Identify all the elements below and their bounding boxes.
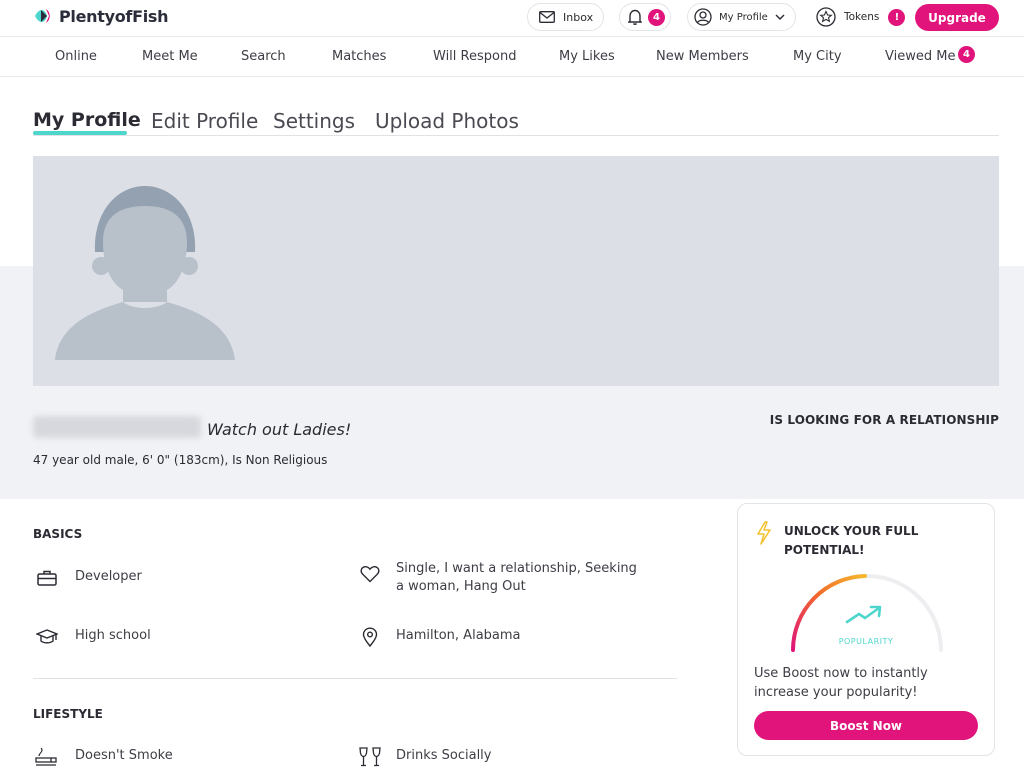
looking-for-label: IS LOOKING FOR A RELATIONSHIP [769, 413, 999, 427]
popularity-label: POPULARITY [838, 637, 894, 646]
drinking-value: Drinks Socially [396, 748, 492, 763]
lifestyle-title: LIFESTYLE [33, 707, 103, 721]
notifications-button[interactable]: 4 [619, 3, 671, 31]
wine-glasses-icon [358, 747, 382, 767]
section-divider [33, 678, 677, 679]
inbox-label: Inbox [563, 10, 594, 24]
active-tab-indicator [33, 131, 127, 135]
relationship-value: Single, I want a relationship, Seeking a… [396, 561, 637, 594]
mail-icon [539, 11, 555, 23]
boost-now-button[interactable]: Boost Now [754, 711, 978, 740]
education-value: High school [75, 628, 151, 643]
my-profile-menu[interactable]: My Profile [687, 3, 796, 31]
nav-my-likes[interactable]: My Likes [559, 49, 615, 64]
profile-photo-area[interactable] [33, 156, 999, 386]
occupation-value: Developer [75, 569, 142, 584]
brand-name: PlentyofFish [59, 6, 169, 26]
smoking-value: Doesn't Smoke [75, 748, 173, 763]
nav-online[interactable]: Online [55, 49, 97, 64]
heart-icon [358, 564, 382, 584]
nav-viewed-me[interactable]: Viewed Me [885, 49, 955, 64]
top-bar: PlentyofFish Inbox 4 My Profile Tokens !… [0, 0, 1024, 36]
profile-headline: Watch out Ladies! [207, 420, 352, 439]
graduation-cap-icon [35, 627, 59, 647]
nav-my-city[interactable]: My City [793, 49, 842, 64]
fish-logo-icon [35, 9, 50, 23]
tokens-button[interactable]: Tokens ! [811, 3, 911, 31]
occupation-attribute: Developer [35, 568, 142, 588]
boost-card: UNLOCK YOUR FULL POTENTIAL! POPULARITY U… [737, 503, 995, 756]
user-circle-icon [694, 8, 712, 26]
location-attribute: Hamilton, Alabama [358, 627, 521, 647]
viewed-me-badge: 4 [958, 46, 975, 63]
location-value: Hamilton, Alabama [396, 628, 521, 643]
tab-edit-profile[interactable]: Edit Profile [151, 109, 258, 133]
smoking-attribute: Doesn't Smoke [35, 747, 173, 767]
tabs-divider [33, 135, 999, 136]
username-blurred [33, 416, 201, 438]
drinking-attribute: Drinks Socially [358, 747, 492, 767]
my-profile-label: My Profile [719, 11, 768, 23]
bell-icon [628, 9, 642, 25]
tab-upload-photos[interactable]: Upload Photos [375, 109, 519, 133]
lightning-icon [757, 521, 771, 545]
upgrade-button[interactable]: Upgrade [915, 4, 999, 31]
nav-matches[interactable]: Matches [332, 49, 386, 64]
basics-title: BASICS [33, 527, 83, 541]
main-nav: Online Meet Me Search Matches Will Respo… [0, 36, 1024, 77]
boost-description: Use Boost now to instantly increase your… [754, 666, 928, 700]
star-circle-icon [816, 7, 836, 27]
tokens-badge: ! [888, 8, 906, 26]
inbox-button[interactable]: Inbox [527, 3, 604, 31]
briefcase-icon [35, 568, 59, 588]
relationship-attribute: Single, I want a relationship, Seeking a… [358, 560, 641, 596]
avatar-placeholder-icon [55, 186, 235, 360]
nav-search[interactable]: Search [241, 49, 286, 64]
no-smoking-icon [35, 747, 59, 767]
tab-my-profile[interactable]: My Profile [33, 109, 141, 131]
nav-will-respond[interactable]: Will Respond [433, 49, 516, 64]
tab-settings[interactable]: Settings [273, 109, 355, 133]
nav-new-members[interactable]: New Members [656, 49, 749, 64]
profile-details: 47 year old male, 6' 0" (183cm), Is Non … [33, 453, 328, 467]
chevron-down-icon [775, 14, 785, 20]
map-pin-icon [358, 627, 382, 647]
nav-meet-me[interactable]: Meet Me [142, 49, 198, 64]
education-attribute: High school [35, 627, 151, 647]
notifications-badge: 4 [648, 8, 665, 26]
logo[interactable]: PlentyofFish [33, 6, 169, 26]
boost-title: UNLOCK YOUR FULL POTENTIAL! [784, 524, 919, 557]
tokens-label: Tokens [844, 11, 880, 23]
